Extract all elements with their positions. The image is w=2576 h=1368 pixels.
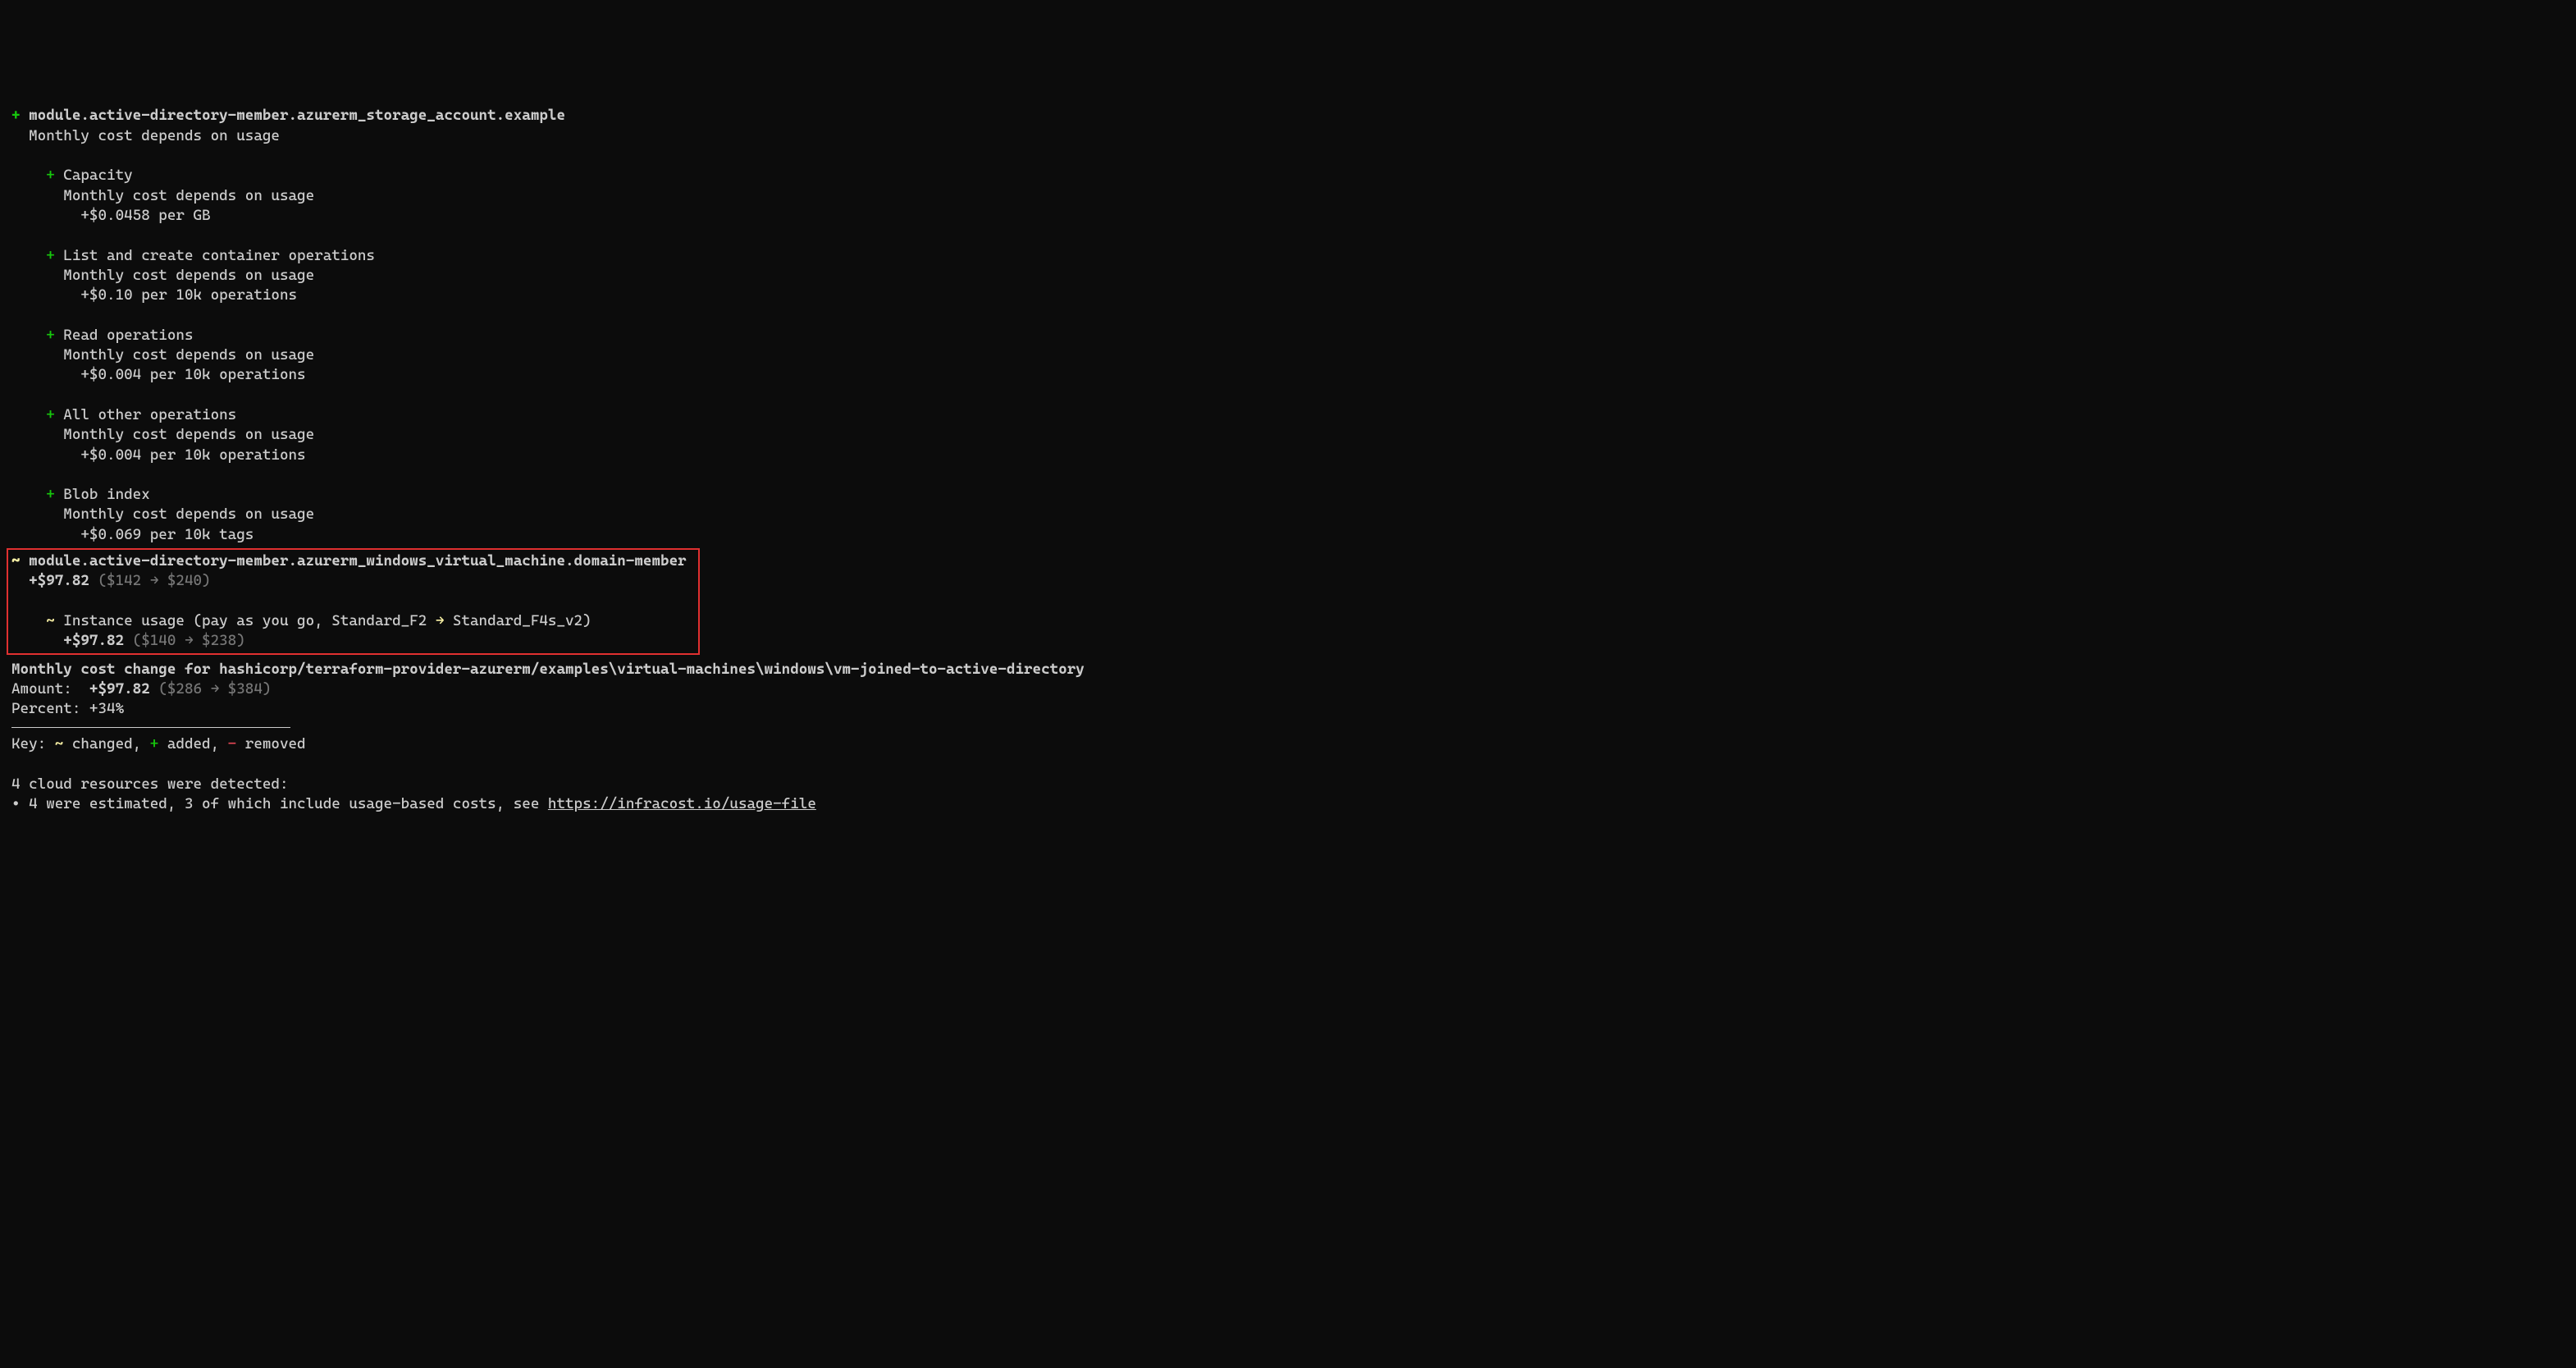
summary-heading: Monthly cost change for hashicorp/terraf… bbox=[11, 661, 1085, 678]
key-prefix: Key: bbox=[11, 735, 46, 753]
add-sign-icon: + bbox=[46, 327, 55, 344]
add-sign-icon: + bbox=[46, 247, 55, 264]
instance-usage-suffix: ) bbox=[582, 612, 591, 629]
item-name: Read operations bbox=[63, 327, 193, 344]
key-removed: removed bbox=[245, 735, 306, 753]
item-rate: +$0.069 per 10k tags bbox=[80, 526, 253, 543]
item-desc: Monthly cost depends on usage bbox=[63, 506, 314, 523]
item-desc: Monthly cost depends on usage bbox=[63, 346, 314, 364]
sub-to: $238 bbox=[202, 632, 236, 649]
terminal-output: + module.active-directory-member.azurerm… bbox=[11, 86, 2565, 814]
divider bbox=[11, 727, 290, 728]
item-name: Blob index bbox=[63, 486, 149, 503]
to-tier: Standard_F4s_v2 bbox=[453, 612, 582, 629]
delta-amount: +$97.82 bbox=[29, 572, 89, 589]
sub-from: $140 bbox=[141, 632, 176, 649]
footer-line2: 4 were estimated, 3 of which include usa… bbox=[29, 795, 548, 812]
key-changed: changed, bbox=[72, 735, 141, 753]
item-desc: Monthly cost depends on usage bbox=[63, 187, 314, 204]
from-tier: Standard_F2 bbox=[331, 612, 427, 629]
footer-line1: 4 cloud resources were detected: bbox=[11, 776, 289, 793]
item-rate: +$0.10 per 10k operations bbox=[80, 286, 297, 304]
item-desc: Monthly cost depends on usage bbox=[63, 267, 314, 284]
add-sign-icon: + bbox=[46, 486, 55, 503]
arrow-icon: → bbox=[150, 572, 159, 589]
percent-label: Percent: bbox=[11, 700, 80, 717]
sub-delta: +$97.82 bbox=[63, 632, 124, 649]
changed-sign-icon: ~ bbox=[55, 735, 64, 753]
to-amount: $240 bbox=[167, 572, 202, 589]
arrow-icon: → bbox=[185, 632, 194, 649]
arrow-icon: → bbox=[211, 680, 220, 698]
item-name: List and create container operations bbox=[63, 247, 375, 264]
resource-path: module.active-directory-member.azurerm_w… bbox=[29, 552, 687, 570]
amount-to: $384 bbox=[228, 680, 263, 698]
remove-sign-icon: - bbox=[228, 735, 237, 753]
instance-usage-prefix: Instance usage (pay as you go, bbox=[63, 612, 331, 629]
usage-link[interactable]: https://infracost.io/usage-file bbox=[548, 795, 816, 812]
amount-delta: +$97.82 bbox=[89, 680, 150, 698]
changed-sign-icon: ~ bbox=[11, 552, 21, 570]
item-name: All other operations bbox=[63, 406, 236, 423]
add-sign-icon: + bbox=[46, 406, 55, 423]
item-rate: +$0.004 per 10k operations bbox=[80, 366, 305, 383]
highlight-box: ~ module.active-directory-member.azurerm… bbox=[7, 548, 700, 654]
amount-from: $286 bbox=[167, 680, 202, 698]
item-name: Capacity bbox=[63, 167, 132, 184]
bullet-icon: ∙ bbox=[11, 795, 21, 812]
cost-line: Monthly cost depends on usage bbox=[29, 127, 280, 144]
add-sign-icon: + bbox=[46, 167, 55, 184]
item-rate: +$0.0458 per GB bbox=[80, 207, 210, 224]
resource-path: module.active-directory-member.azurerm_s… bbox=[29, 107, 565, 124]
add-sign-icon: + bbox=[11, 107, 21, 124]
resource-block: + module.active-directory-member.azurerm… bbox=[11, 106, 2565, 545]
changed-sign-icon: ~ bbox=[46, 612, 55, 629]
arrow-icon: → bbox=[436, 612, 445, 629]
percent-value: +34% bbox=[89, 700, 124, 717]
key-added: added, bbox=[167, 735, 219, 753]
item-desc: Monthly cost depends on usage bbox=[63, 426, 314, 443]
item-rate: +$0.004 per 10k operations bbox=[80, 446, 305, 464]
amount-label: Amount: bbox=[11, 680, 72, 698]
add-sign-icon: + bbox=[150, 735, 159, 753]
from-amount: $142 bbox=[107, 572, 141, 589]
